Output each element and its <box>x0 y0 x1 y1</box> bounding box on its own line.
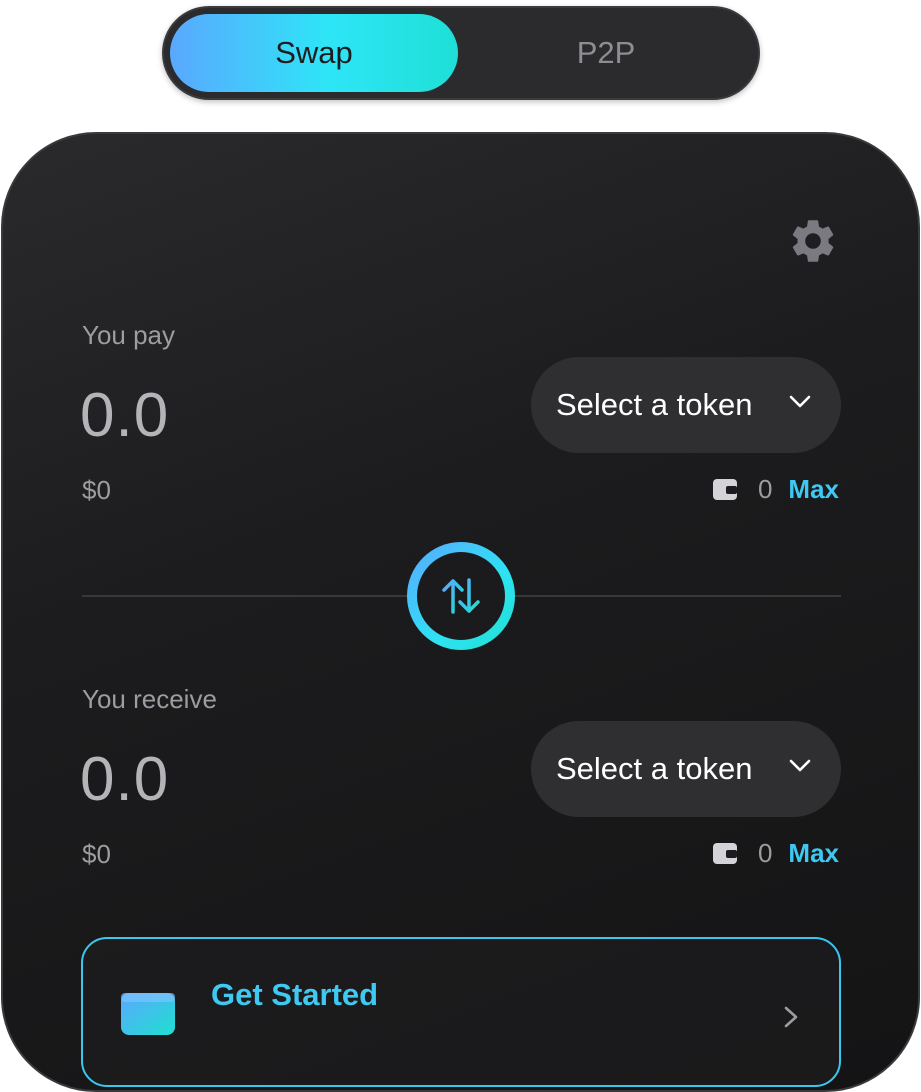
wallet-icon <box>712 479 737 500</box>
wallet-icon <box>121 993 175 1035</box>
pay-select-token-button[interactable]: Select a token <box>531 357 841 453</box>
get-started-title: Get Started <box>211 977 379 1012</box>
wallet-icon <box>712 843 737 864</box>
pay-amount-input[interactable] <box>80 380 460 451</box>
chevron-down-icon <box>789 395 811 408</box>
mode-toggle: Swap P2P <box>162 6 760 100</box>
tab-swap[interactable]: Swap <box>170 14 458 92</box>
receive-balance-value: 0 <box>757 837 773 868</box>
swap-arrows-icon <box>442 578 480 614</box>
pay-select-token-label: Select a token <box>556 387 753 422</box>
pay-label: You pay <box>82 320 176 350</box>
receive-select-token-label: Select a token <box>556 751 753 786</box>
pay-balance-value: 0 <box>757 473 773 504</box>
receive-amount-input[interactable] <box>80 744 460 815</box>
switch-tokens-button[interactable] <box>407 542 515 650</box>
receive-label: You receive <box>82 684 217 714</box>
pay-balance-row: 0 Max <box>712 471 839 507</box>
get-started-button[interactable]: Get Started <box>81 937 841 1087</box>
receive-select-token-button[interactable]: Select a token <box>531 721 841 817</box>
receive-max-button[interactable]: Max <box>788 838 839 869</box>
tab-p2p[interactable]: P2P <box>462 14 750 92</box>
pay-max-button[interactable]: Max <box>788 474 839 505</box>
receive-usd-value: $0 <box>82 839 111 869</box>
chevron-down-icon <box>789 759 811 772</box>
gear-icon[interactable] <box>787 215 839 267</box>
pay-usd-value: $0 <box>82 475 111 505</box>
chevron-right-icon <box>784 1006 798 1028</box>
receive-balance-row: 0 Max <box>712 835 839 871</box>
